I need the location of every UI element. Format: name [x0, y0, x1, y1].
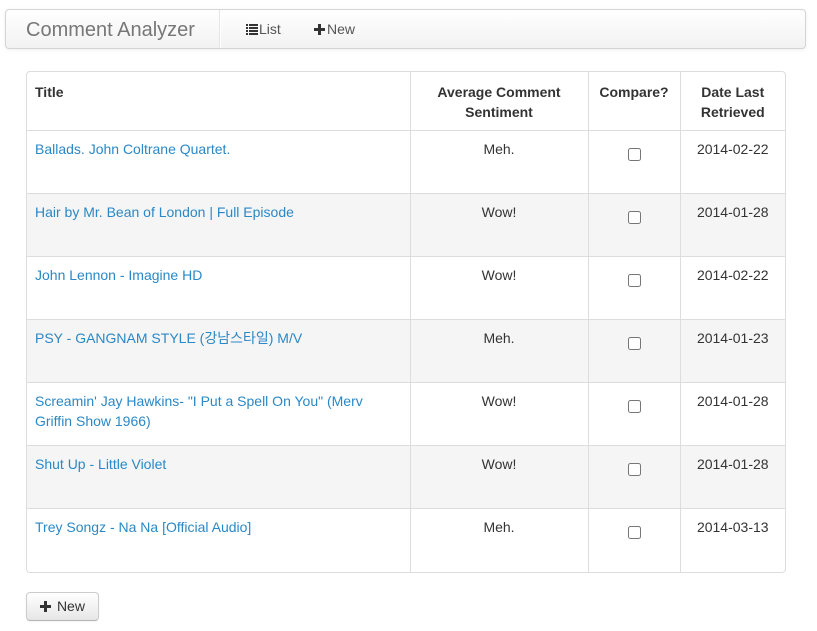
row-compare-cell: [587, 319, 680, 383]
row-sentiment: Wow!: [409, 193, 588, 257]
compare-checkbox[interactable]: [627, 148, 641, 161]
video-title-link[interactable]: Trey Songz - Na Na [Official Audio]: [35, 519, 251, 535]
video-title-link[interactable]: Shut Up - Little Violet: [35, 456, 166, 472]
comments-table-container: Title Average Comment Sentiment Compare?…: [26, 71, 786, 573]
row-compare-cell: [587, 256, 680, 320]
plus-icon: [40, 601, 52, 612]
nav-list-link[interactable]: List: [246, 21, 281, 37]
video-title-link[interactable]: Screamin' Jay Hawkins- "I Put a Spell On…: [35, 393, 363, 429]
row-compare-cell: [587, 193, 680, 257]
table-row: Trey Songz - Na Na [Official Audio] Meh.…: [27, 508, 785, 572]
compare-checkbox[interactable]: [627, 337, 641, 350]
compare-checkbox[interactable]: [627, 463, 641, 476]
video-title-link[interactable]: John Lennon - Imagine HD: [35, 267, 202, 283]
brand-title[interactable]: Comment Analyzer: [26, 19, 195, 42]
table-row: Screamin' Jay Hawkins- "I Put a Spell On…: [27, 382, 785, 446]
row-title-cell: Trey Songz - Na Na [Official Audio]: [27, 508, 410, 572]
compare-checkbox[interactable]: [627, 274, 641, 287]
row-sentiment: Meh.: [409, 319, 588, 383]
row-date: 2014-01-23: [679, 319, 785, 383]
header-title: Title: [35, 84, 64, 100]
row-sentiment: Meh.: [409, 130, 588, 194]
row-title-cell: John Lennon - Imagine HD: [27, 256, 410, 320]
row-date: 2014-02-22: [679, 256, 785, 320]
compare-checkbox[interactable]: [627, 400, 641, 413]
row-title-cell: Ballads. John Coltrane Quartet.: [27, 130, 410, 194]
row-date: 2014-01-28: [679, 193, 785, 257]
table-row: PSY - GANGNAM STYLE (강남스타일) M/V Meh. 201…: [27, 319, 785, 383]
row-compare-cell: [587, 508, 680, 572]
row-date: 2014-01-28: [679, 445, 785, 509]
row-sentiment: Wow!: [409, 445, 588, 509]
table-header-row: Title Average Comment Sentiment Compare?…: [27, 72, 785, 131]
row-date: 2014-03-13: [679, 508, 785, 572]
table-row: Ballads. John Coltrane Quartet. Meh. 201…: [27, 130, 785, 194]
navbar: Comment Analyzer List New: [5, 9, 806, 49]
new-button[interactable]: New: [26, 592, 99, 621]
row-title-cell: Shut Up - Little Violet: [27, 445, 410, 509]
row-sentiment: Wow!: [409, 256, 588, 320]
row-sentiment: Wow!: [409, 382, 588, 446]
row-compare-cell: [587, 445, 680, 509]
nav-new-label: New: [327, 21, 356, 37]
row-sentiment: Meh.: [409, 508, 588, 572]
row-date: 2014-02-22: [679, 130, 785, 194]
new-button-label: New: [56, 598, 85, 614]
row-title-cell: PSY - GANGNAM STYLE (강남스타일) M/V: [27, 319, 410, 383]
nav-list-label: List: [259, 21, 281, 37]
video-title-link[interactable]: Hair by Mr. Bean of London | Full Episod…: [35, 204, 294, 220]
header-sentiment: Average Comment Sentiment: [409, 72, 588, 131]
row-compare-cell: [587, 130, 680, 194]
row-compare-cell: [587, 382, 680, 446]
video-title-link[interactable]: Ballads. John Coltrane Quartet.: [35, 141, 230, 157]
compare-checkbox[interactable]: [627, 526, 641, 539]
compare-checkbox[interactable]: [627, 211, 641, 224]
comments-table: Title Average Comment Sentiment Compare?…: [27, 72, 785, 572]
table-row: John Lennon - Imagine HD Wow! 2014-02-22: [27, 256, 785, 320]
list-icon: [246, 24, 258, 35]
nav-divider: [219, 10, 221, 48]
plus-icon: [314, 24, 325, 35]
header-date: Date Last Retrieved: [679, 72, 785, 131]
table-row: Shut Up - Little Violet Wow! 2014-01-28: [27, 445, 785, 509]
row-date: 2014-01-28: [679, 382, 785, 446]
nav-new-link[interactable]: New: [314, 21, 355, 37]
row-title-cell: Screamin' Jay Hawkins- "I Put a Spell On…: [27, 382, 410, 446]
header-compare: Compare?: [587, 72, 680, 131]
row-title-cell: Hair by Mr. Bean of London | Full Episod…: [27, 193, 410, 257]
video-title-link[interactable]: PSY - GANGNAM STYLE (강남스타일) M/V: [35, 330, 302, 346]
table-row: Hair by Mr. Bean of London | Full Episod…: [27, 193, 785, 257]
